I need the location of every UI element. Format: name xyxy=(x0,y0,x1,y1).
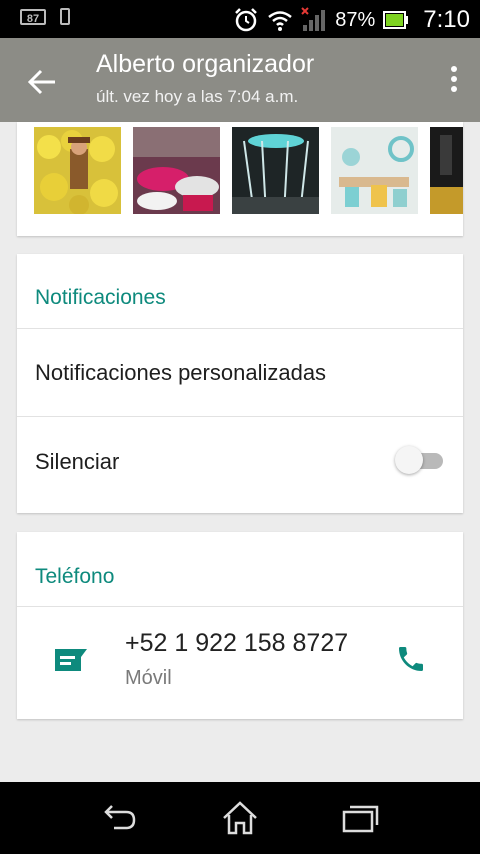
app-bar: Alberto organizador últ. vez hoy a las 7… xyxy=(0,38,480,122)
phone-row[interactable]: +52 1 922 158 8727 Móvil xyxy=(17,607,463,719)
more-dot xyxy=(451,76,457,82)
notifications-card: Notificaciones Notificaciones personaliz… xyxy=(17,254,463,513)
phone-card: Teléfono +52 1 922 158 8727 Móvil xyxy=(17,532,463,719)
recents-icon xyxy=(342,805,379,833)
media-thumb-2[interactable] xyxy=(133,127,220,214)
mute-toggle[interactable] xyxy=(395,446,443,474)
navigation-bar xyxy=(0,782,480,854)
custom-notifications-row[interactable]: Notificaciones personalizadas xyxy=(17,329,463,416)
nav-back-button[interactable] xyxy=(100,800,140,836)
media-thumb-5[interactable] xyxy=(430,127,463,214)
phone-section-title: Teléfono xyxy=(35,565,115,588)
media-thumb-1[interactable] xyxy=(34,127,121,215)
phone-type: Móvil xyxy=(125,667,172,689)
home-icon xyxy=(223,801,257,835)
media-card xyxy=(17,122,463,236)
wifi-icon xyxy=(268,11,293,31)
message-button[interactable] xyxy=(53,647,89,678)
last-seen: últ. vez hoy a las 7:04 a.m. xyxy=(96,87,299,106)
nav-recents-button[interactable] xyxy=(340,800,380,836)
status-bar: 87 87% 7:10 xyxy=(0,0,480,38)
alarm-icon xyxy=(235,8,258,32)
message-icon xyxy=(55,649,87,671)
phone-number: +52 1 922 158 8727 xyxy=(125,629,349,657)
battery-icon xyxy=(383,11,409,29)
call-icon xyxy=(399,647,423,671)
media-thumb-4[interactable] xyxy=(331,127,418,214)
mute-label: Silenciar xyxy=(35,449,120,474)
more-options-button[interactable] xyxy=(444,64,464,96)
nav-home-button[interactable] xyxy=(220,800,260,836)
media-thumb-3[interactable] xyxy=(232,127,319,215)
status-left: 87 xyxy=(20,8,70,25)
phone-icon xyxy=(60,8,70,25)
back-icon xyxy=(104,805,136,830)
battery-percent: 87% xyxy=(335,8,376,31)
more-vert-icon xyxy=(451,66,457,72)
clock: 7:10 xyxy=(423,6,470,33)
signal-icon xyxy=(301,7,326,31)
notifications-section-title: Notificaciones xyxy=(35,286,166,309)
mute-row[interactable]: Silenciar xyxy=(17,417,463,506)
more-dot xyxy=(451,86,457,92)
custom-notifications-label: Notificaciones personalizadas xyxy=(35,360,327,385)
back-button[interactable] xyxy=(22,62,62,102)
call-button[interactable] xyxy=(395,643,427,680)
toggle-knob xyxy=(395,446,423,474)
contact-name: Alberto organizador xyxy=(96,50,315,78)
arrow-left-icon xyxy=(27,69,55,95)
status-right: 87% 7:10 xyxy=(233,6,470,34)
battery-badge-icon: 87 xyxy=(20,8,46,25)
